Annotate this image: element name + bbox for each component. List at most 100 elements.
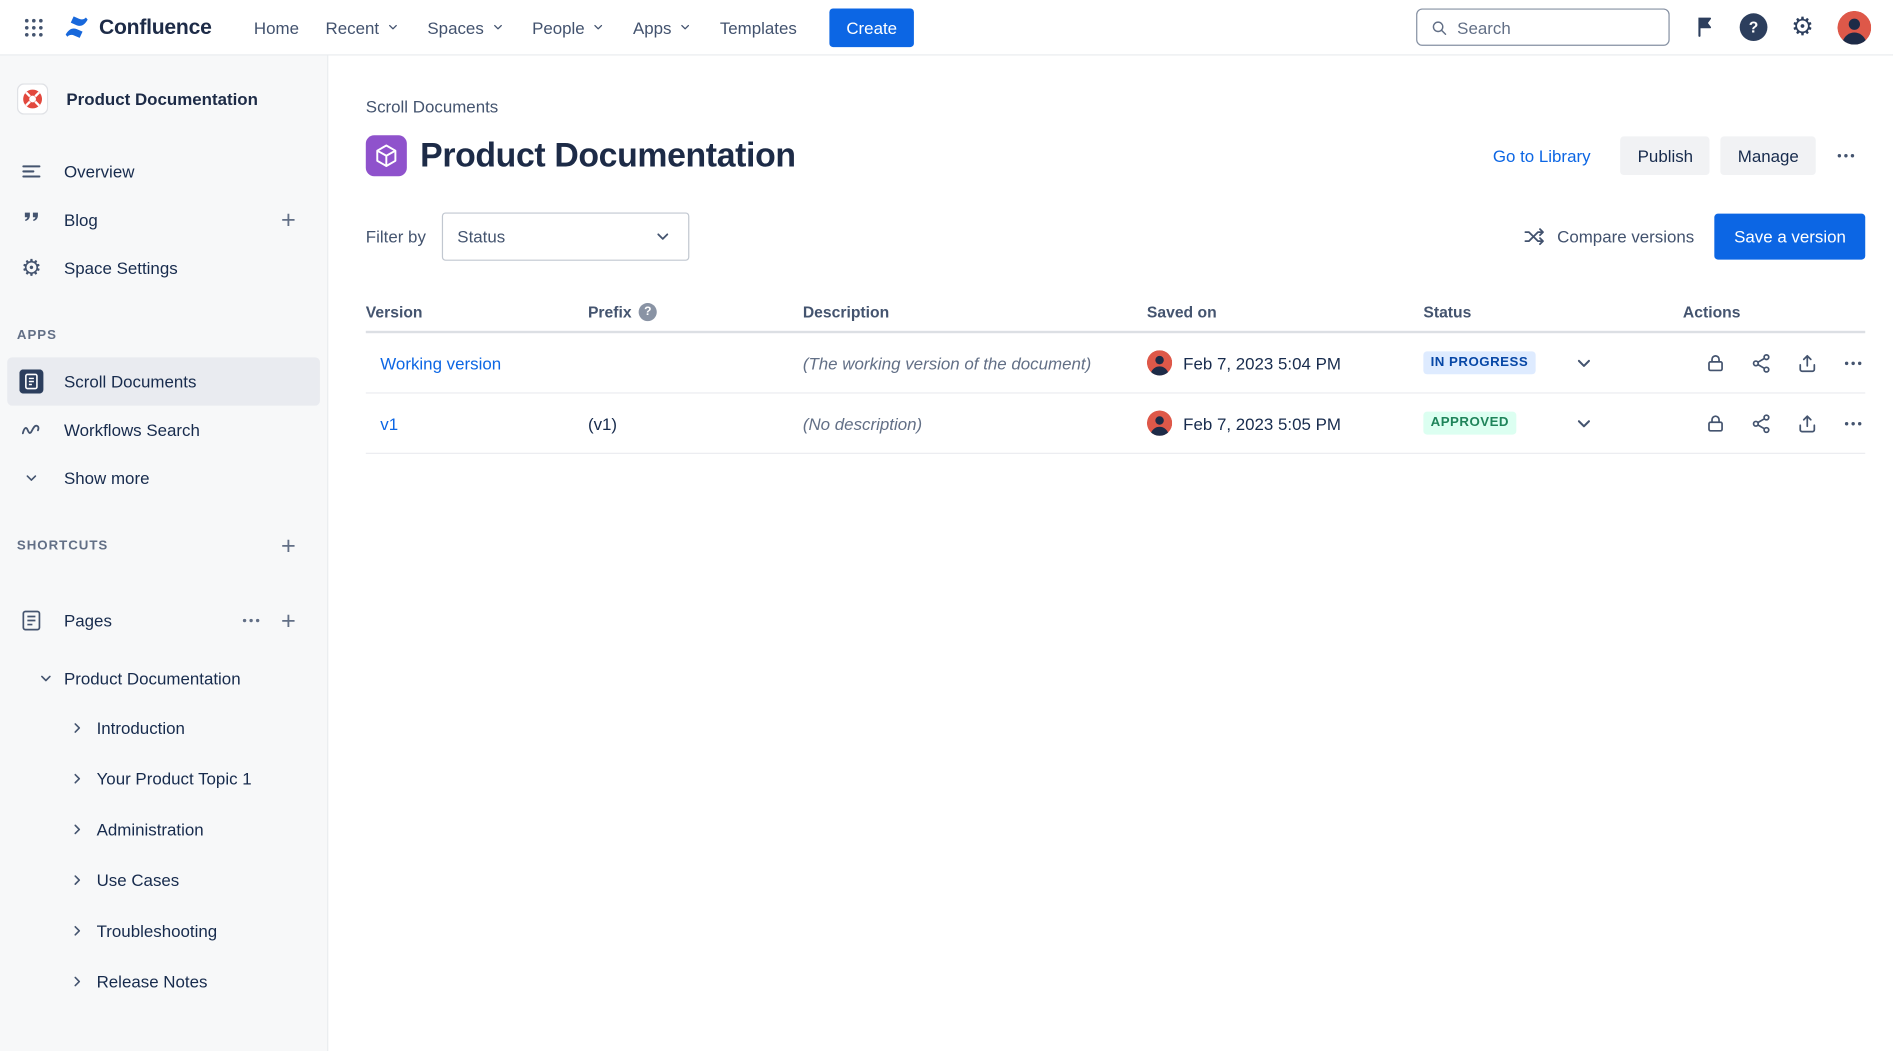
chevron-right-icon[interactable] [68,769,87,788]
nav-apps-label: Apps [633,18,672,37]
permissions-button[interactable] [1703,351,1727,375]
status-cell: APPROVED [1423,411,1683,435]
space-sidebar: Product Documentation Overview Blog + ⚙ … [0,56,328,1051]
permissions-button[interactable] [1703,411,1727,435]
sidebar-item-label: Show more [64,468,149,487]
tree-item-use-cases[interactable]: Use Cases [0,855,327,906]
export-button[interactable] [1795,411,1819,435]
chevron-down-icon[interactable] [36,669,55,688]
sidebar-item-show-more[interactable]: Show more [0,454,327,502]
breadcrumb: Scroll Documents [366,97,1865,116]
row-more-button[interactable] [1841,351,1865,375]
filter-right-controls: Compare versions Save a version [1522,214,1865,260]
export-button[interactable] [1795,351,1819,375]
space-avatar-icon [17,83,48,114]
nav-apps[interactable]: Apps [620,9,707,45]
version-cell: v1 [366,413,588,432]
tree-item-product-documentation[interactable]: Product Documentation [0,654,327,702]
search-input[interactable] [1457,18,1656,37]
sidebar-item-workflows-search[interactable]: Workflows Search [0,406,327,454]
flag-icon [1692,14,1717,39]
nav-people[interactable]: People [519,9,620,45]
chevron-right-icon[interactable] [68,718,87,737]
chevron-right-icon[interactable] [68,921,87,940]
search-box[interactable] [1416,8,1670,45]
version-link[interactable]: Working version [380,353,501,372]
status-filter-value: Status [457,227,505,246]
help-button[interactable]: ? [1740,13,1768,41]
sidebar-item-overview[interactable]: Overview [0,147,327,195]
ellipsis-icon [1841,351,1865,375]
status-expand-button[interactable] [1572,411,1596,435]
add-blog-post-button[interactable]: + [281,207,296,232]
status-expand-button[interactable] [1572,351,1596,375]
nav-recent-label: Recent [326,18,380,37]
confluence-logo[interactable]: Confluence [63,13,212,41]
chevron-right-icon[interactable] [68,972,87,991]
gear-icon: ⚙ [17,255,46,282]
tree-item-introduction[interactable]: Introduction [0,703,327,754]
share-button[interactable] [1749,411,1773,435]
sidebar-item-pages[interactable]: Pages + [0,596,327,644]
app-switcher-button[interactable] [17,10,51,44]
scroll-documents-icon [17,369,46,393]
chevron-down-icon [1572,351,1596,375]
chevron-right-icon[interactable] [68,820,87,839]
saved-on-date: Feb 7, 2023 5:04 PM [1183,353,1341,372]
shortcuts-section-header: SHORTCUTS + [0,534,327,558]
saved-on-cell: Feb 7, 2023 5:05 PM [1147,410,1423,435]
create-button[interactable]: Create [829,8,914,47]
actions-cell [1683,411,1865,435]
pages-icon [17,608,46,632]
chevron-down-icon [591,19,607,35]
share-button[interactable] [1749,351,1773,375]
status-filter-dropdown[interactable]: Status [442,212,689,260]
compare-versions-button[interactable]: Compare versions [1522,225,1694,249]
tree-item-label: Your Product Topic 1 [97,769,252,788]
sidebar-item-label: Scroll Documents [64,372,196,391]
nav-recent[interactable]: Recent [312,9,414,45]
tree-item-your-product-topic-1[interactable]: Your Product Topic 1 [0,753,327,804]
saved-on-cell: Feb 7, 2023 5:04 PM [1147,350,1423,375]
chevron-down-icon [385,19,401,35]
settings-button[interactable]: ⚙ [1788,13,1817,42]
user-avatar [1147,350,1172,375]
document-cube-icon [366,135,407,176]
sidebar-item-label: Overview [64,162,134,181]
sidebar-item-space-settings[interactable]: ⚙ Space Settings [0,244,327,292]
title-more-button[interactable] [1827,136,1866,175]
tree-item-release-notes[interactable]: Release Notes [0,956,327,1007]
tree-item-troubleshooting[interactable]: Troubleshooting [0,905,327,956]
add-page-button[interactable]: + [281,608,296,633]
publish-button[interactable]: Publish [1621,136,1710,175]
tree-item-label: Administration [97,820,204,839]
top-navigation-bar: Confluence Home Recent Spaces People App… [0,0,1893,56]
sidebar-item-scroll-documents[interactable]: Scroll Documents [7,357,320,405]
nav-home[interactable]: Home [241,9,313,45]
breadcrumb-link[interactable]: Scroll Documents [366,97,498,116]
chevron-right-icon[interactable] [68,870,87,889]
row-more-button[interactable] [1841,411,1865,435]
filter-row: Filter by Status Compare versions Save a… [366,212,1865,260]
sidebar-item-blog[interactable]: Blog + [0,196,327,244]
tree-item-administration[interactable]: Administration [0,804,327,855]
overview-lines-icon [17,159,46,183]
version-link[interactable]: v1 [380,413,398,432]
nav-spaces[interactable]: Spaces [414,9,519,45]
chevron-down-icon [678,19,694,35]
quote-icon [17,208,46,232]
nav-templates[interactable]: Templates [707,9,811,45]
tree-item-label: Use Cases [97,870,180,889]
save-a-version-button[interactable]: Save a version [1715,214,1865,260]
manage-button[interactable]: Manage [1721,136,1816,175]
ellipsis-icon [1841,411,1865,435]
pages-more-button[interactable] [239,608,263,632]
go-to-library-link[interactable]: Go to Library [1493,146,1591,165]
prefix-help-icon[interactable]: ? [639,302,657,320]
add-shortcut-button[interactable]: + [281,533,296,558]
space-name: Product Documentation [66,89,258,108]
user-avatar-button[interactable] [1837,10,1871,44]
notifications-flag-button[interactable] [1690,13,1719,42]
user-avatar-icon [1837,10,1871,44]
space-header[interactable]: Product Documentation [0,80,327,119]
